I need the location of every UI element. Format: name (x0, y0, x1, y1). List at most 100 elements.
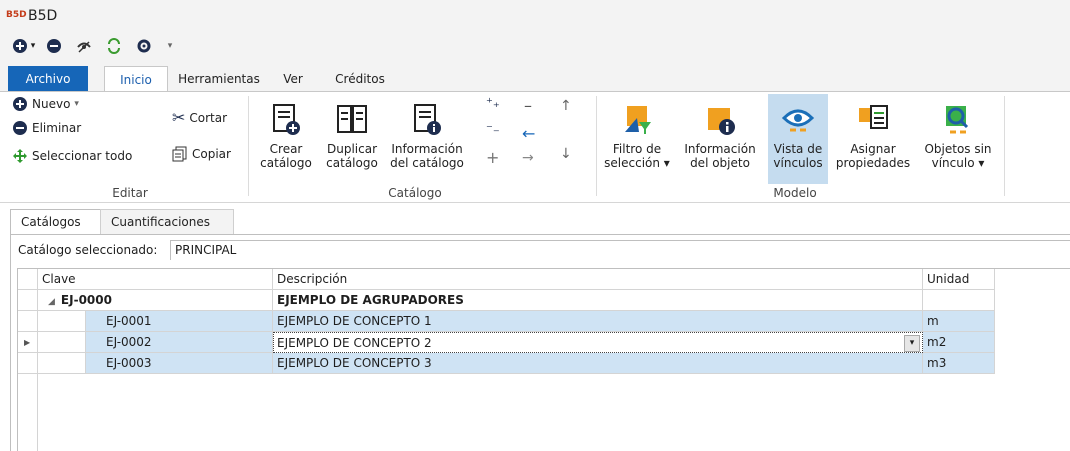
copiar-button[interactable]: Copiar (172, 146, 231, 162)
dropdown-arrow-icon[interactable]: ▾ (160, 36, 180, 56)
link-view-icon (780, 102, 816, 138)
vista-label-1: Vista de (773, 142, 823, 156)
eliminar-button[interactable]: Eliminar (12, 120, 81, 136)
chevron-down-icon[interactable]: ▾ (904, 335, 920, 352)
info-objeto-label-2: del objeto (690, 156, 750, 170)
nuevo-label: Nuevo (32, 97, 71, 111)
add-circle-icon[interactable] (10, 36, 30, 56)
filtro-label-1: Filtro de (612, 142, 662, 156)
crear-catalogo-button[interactable]: Crear catálogo (258, 102, 314, 170)
seleccionar-todo-label: Seleccionar todo (32, 149, 133, 163)
group-row-unidad[interactable] (923, 290, 995, 311)
move-arrows-icon (13, 149, 27, 163)
arrow-right-icon[interactable]: → (522, 150, 534, 166)
remove-level-icon[interactable]: ⁻₋ (486, 122, 500, 137)
cortar-button[interactable]: ✂ Cortar (172, 108, 227, 127)
eye-slash-icon[interactable] (74, 36, 94, 56)
catalog-selector-label: Catálogo seleccionado: (18, 243, 158, 257)
arrow-down-icon[interactable]: ↓ (560, 146, 572, 162)
tab-creditos[interactable]: Créditos (330, 66, 390, 92)
objetos-label-1: Objetos sin (924, 142, 992, 156)
row-unidad[interactable]: m3 (923, 353, 995, 374)
catalog-grid: Clave Descripción Unidad ◢ EJ-0000 EJEMPL… (17, 268, 1070, 451)
tab-ver[interactable]: Ver (278, 66, 308, 92)
row-descripcion[interactable]: EJEMPLO DE CONCEPTO 1 (273, 311, 923, 332)
assign-properties-icon (855, 102, 891, 138)
crear-label-2: catálogo (260, 156, 312, 170)
indent-cell (38, 332, 86, 353)
scissors-icon: ✂ (172, 108, 186, 127)
remove-circle-icon (13, 121, 27, 135)
filtro-seleccion-button[interactable]: Filtro de selección ▾ (602, 102, 672, 170)
add-level-icon[interactable]: ⁺₊ (486, 96, 500, 111)
ribbon: Nuevo ▾ Eliminar Seleccionar todo ✂ Cort… (0, 91, 1070, 203)
row-clave[interactable]: EJ-0002 (86, 332, 273, 353)
column-header-clave[interactable]: Clave (38, 269, 273, 290)
asignar-propiedades-button[interactable]: Asignar propiedades (834, 102, 912, 170)
divider (248, 96, 249, 196)
row-header-corner (18, 269, 38, 290)
row-descripcion-editor[interactable]: EJEMPLO DE CONCEPTO 2 ▾ (273, 332, 923, 353)
row-indicator (18, 290, 38, 311)
row-unidad[interactable]: m2 (923, 332, 995, 353)
refresh-icon[interactable] (104, 36, 124, 56)
group-row-clave[interactable]: ◢ EJ-0000 (38, 290, 273, 311)
selection-filter-icon (619, 102, 655, 138)
catalog-selector-input[interactable]: PRINCIPAL (170, 240, 1070, 260)
group-label-editar: Editar (112, 186, 148, 200)
remove-circle-icon[interactable] (44, 36, 64, 56)
row-unidad[interactable]: m (923, 311, 995, 332)
row-descripcion: EJEMPLO DE CONCEPTO 2 (277, 336, 432, 350)
tab-inicio[interactable]: Inicio (104, 66, 168, 93)
row-clave[interactable]: EJ-0003 (86, 353, 273, 374)
objetos-sin-vinculo-button[interactable]: Objetos sin vínculo ▾ (918, 102, 998, 170)
arrow-left-icon[interactable]: ← (522, 124, 535, 143)
column-header-unidad[interactable]: Unidad (923, 269, 995, 290)
eliminar-label: Eliminar (32, 121, 82, 135)
informacion-objeto-button[interactable]: Información del objeto (682, 102, 758, 170)
plus-icon[interactable]: + (486, 148, 499, 167)
unlinked-objects-icon (940, 102, 976, 138)
group-label-catalogo: Catálogo (388, 186, 442, 200)
tab-catalogos[interactable]: Catálogos (10, 209, 102, 235)
nuevo-button[interactable]: Nuevo ▾ (12, 96, 79, 112)
filtro-label-2: selección ▾ (604, 156, 670, 170)
asignar-label-2: propiedades (835, 156, 911, 170)
column-header-descripcion[interactable]: Descripción (273, 269, 923, 290)
row-descripcion[interactable]: EJEMPLO DE CONCEPTO 3 (273, 353, 923, 374)
divider (1004, 96, 1005, 196)
group-label-modelo: Modelo (773, 186, 817, 200)
seleccionar-todo-button[interactable]: Seleccionar todo (12, 148, 132, 164)
indent-cell (38, 311, 86, 332)
chevron-down-icon: ▾ (74, 99, 79, 109)
group-row-descripcion[interactable]: EJEMPLO DE AGRUPADORES (273, 290, 923, 311)
cortar-label: Cortar (189, 110, 228, 125)
gear-icon[interactable] (134, 36, 154, 56)
info-objeto-label-1: Información (684, 142, 756, 156)
catalog-info-icon (409, 102, 445, 138)
arrow-up-icon[interactable]: ↑ (560, 98, 572, 114)
tab-herramientas[interactable]: Herramientas (176, 66, 262, 92)
tab-cuantificaciones[interactable]: Cuantificaciones (100, 209, 234, 235)
dash-icon[interactable]: – (524, 96, 532, 115)
row-indicator (18, 311, 38, 332)
informacion-catalogo-label-2: del catálogo (390, 156, 464, 170)
duplicate-catalog-icon (334, 102, 370, 138)
app-logo: B5D (6, 10, 27, 20)
tab-archivo[interactable]: Archivo (8, 66, 88, 92)
ribbon-tab-bar: Archivo Inicio Herramientas Ver Créditos (0, 60, 1070, 93)
app-title: B5D (28, 8, 58, 24)
row-header-column (18, 374, 38, 451)
vista-label-2: vínculos (773, 156, 823, 170)
collapse-triangle-icon[interactable]: ◢ (48, 297, 55, 307)
new-catalog-icon (268, 102, 304, 138)
informacion-catalogo-button[interactable]: Información del catálogo (388, 102, 466, 170)
duplicar-catalogo-button[interactable]: Duplicar catálogo (322, 102, 382, 170)
add-dropdown-arrow-icon[interactable]: ▾ (28, 36, 38, 56)
copy-icon (172, 146, 187, 162)
row-clave[interactable]: EJ-0001 (86, 311, 273, 332)
title-bar: B5D B5D (0, 0, 1070, 32)
quick-access-toolbar: ▾ ▾ (0, 32, 1070, 60)
vista-vinculos-button[interactable]: Vista de vínculos (768, 94, 828, 184)
current-row-indicator-icon: ▶ (18, 332, 38, 353)
